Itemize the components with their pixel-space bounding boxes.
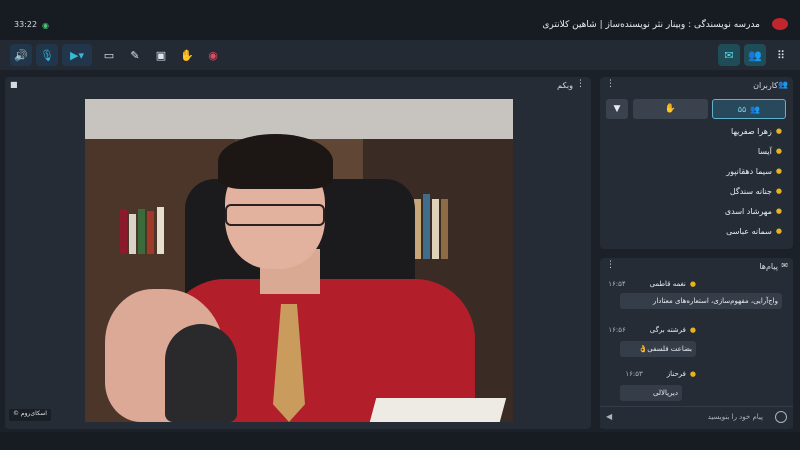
more-options-icon[interactable]: ⋮	[606, 260, 615, 270]
user-icon: ●	[775, 227, 782, 235]
users-count: ۵۵	[737, 104, 747, 114]
message-bubble: واج‌آرایی، مفهوم‌سازی، استعاره‌های معتاد…	[620, 293, 782, 309]
user-icon: ●	[775, 147, 782, 155]
clock: 33:22	[14, 20, 38, 29]
user-list-item[interactable]: ● سیما دهقانپور	[726, 164, 782, 178]
chat-icon[interactable]: ✉	[718, 44, 740, 66]
user-list-item[interactable]: ● سمانه عباسی	[726, 224, 782, 238]
filter-icon[interactable]: ▼	[606, 99, 628, 119]
message-input[interactable]: پیام خود را بنویسید	[708, 413, 763, 421]
messages-panel-title: پیام‌ها	[759, 262, 778, 271]
toolbar: 🔊 🎙 ▶▾ ▭ ✎ ▣ ✋ ◉ ✉ 👥 ⠿	[0, 40, 800, 70]
video-user-label: اسکای‌روم ©	[9, 409, 51, 421]
message-header: ● فرشته برگی ۱۶:۵۶	[608, 326, 696, 334]
glasses	[225, 204, 325, 226]
raised-hands-button[interactable]: ✋	[633, 99, 708, 119]
user-icon: ●	[775, 187, 782, 195]
meeting-title: مدرسه نویسندگی : وبینار نثر نویسنده‌ساز …	[542, 20, 760, 30]
open-book	[369, 398, 507, 422]
bottom-bar	[0, 432, 800, 450]
webcam-video	[85, 99, 513, 422]
message-input-bar: ◀ پیام خود را بنویسید	[600, 406, 793, 428]
user-count-button[interactable]: ۵۵ 👥	[712, 99, 786, 119]
user-icon: ●	[775, 167, 782, 175]
files-icon[interactable]: ▣	[150, 44, 172, 66]
user-list-item[interactable]: ● مهرشاد اسدی	[725, 204, 782, 218]
raise-hand-icon[interactable]: ✋	[176, 44, 198, 66]
speaker-icon[interactable]: 🔊	[10, 44, 32, 66]
user-icon: ●	[689, 326, 696, 334]
message-header: ● فرحناز ۱۶:۵۳	[625, 370, 696, 378]
more-options-icon[interactable]: ⋮	[606, 79, 615, 89]
user-list-item[interactable]: ● جنانه سندگل	[730, 184, 782, 198]
user-list-item[interactable]: ● زهرا صفریها	[731, 124, 782, 138]
users-icon[interactable]: 👥	[744, 44, 766, 66]
whiteboard-icon[interactable]: ✎	[124, 44, 146, 66]
webcam-panel-title: وبکم	[557, 81, 573, 90]
top-bar: 33:22 ◉ مدرسه نویسندگی : وبینار نثر نویس…	[0, 0, 800, 40]
user-icon: ●	[775, 207, 782, 215]
user-list-item[interactable]: ● آیسا	[758, 144, 782, 158]
message-header: ● نغمه قاطمی ۱۶:۵۴	[608, 280, 696, 288]
app-logo	[772, 18, 788, 30]
users-icon: 👥	[750, 104, 761, 114]
grid-menu-icon[interactable]: ⠿	[770, 44, 792, 66]
message-bubble: دیرپالالی	[620, 385, 682, 401]
send-icon[interactable]: ◀	[606, 412, 612, 421]
podcast-microphone	[165, 324, 237, 422]
users-icon: 👥	[778, 80, 788, 89]
emoji-icon[interactable]	[775, 411, 787, 423]
record-icon[interactable]: ◉	[202, 44, 224, 66]
camera-icon[interactable]: ▶▾	[62, 44, 92, 66]
webcam-panel-header: ■ وبکم ⋮	[5, 77, 591, 93]
user-icon: ●	[689, 370, 696, 378]
chat-icon: ✉	[781, 261, 788, 270]
more-options-icon[interactable]: ⋮	[576, 79, 585, 89]
users-panel-title: کاربران	[753, 81, 778, 90]
screen-share-icon[interactable]: ▭	[98, 44, 120, 66]
users-panel-header: ⋮ کاربران 👥	[600, 77, 793, 93]
microphone-icon[interactable]: 🎙	[36, 44, 58, 66]
user-icon: ●	[775, 127, 782, 135]
messages-panel-header: ⋮ پیام‌ها ✉	[600, 258, 793, 274]
wifi-icon: ◉	[42, 21, 49, 30]
video-camera-icon: ■	[10, 80, 18, 89]
message-bubble: بضاعت فلسفی👌	[620, 341, 696, 357]
user-icon: ●	[689, 280, 696, 288]
